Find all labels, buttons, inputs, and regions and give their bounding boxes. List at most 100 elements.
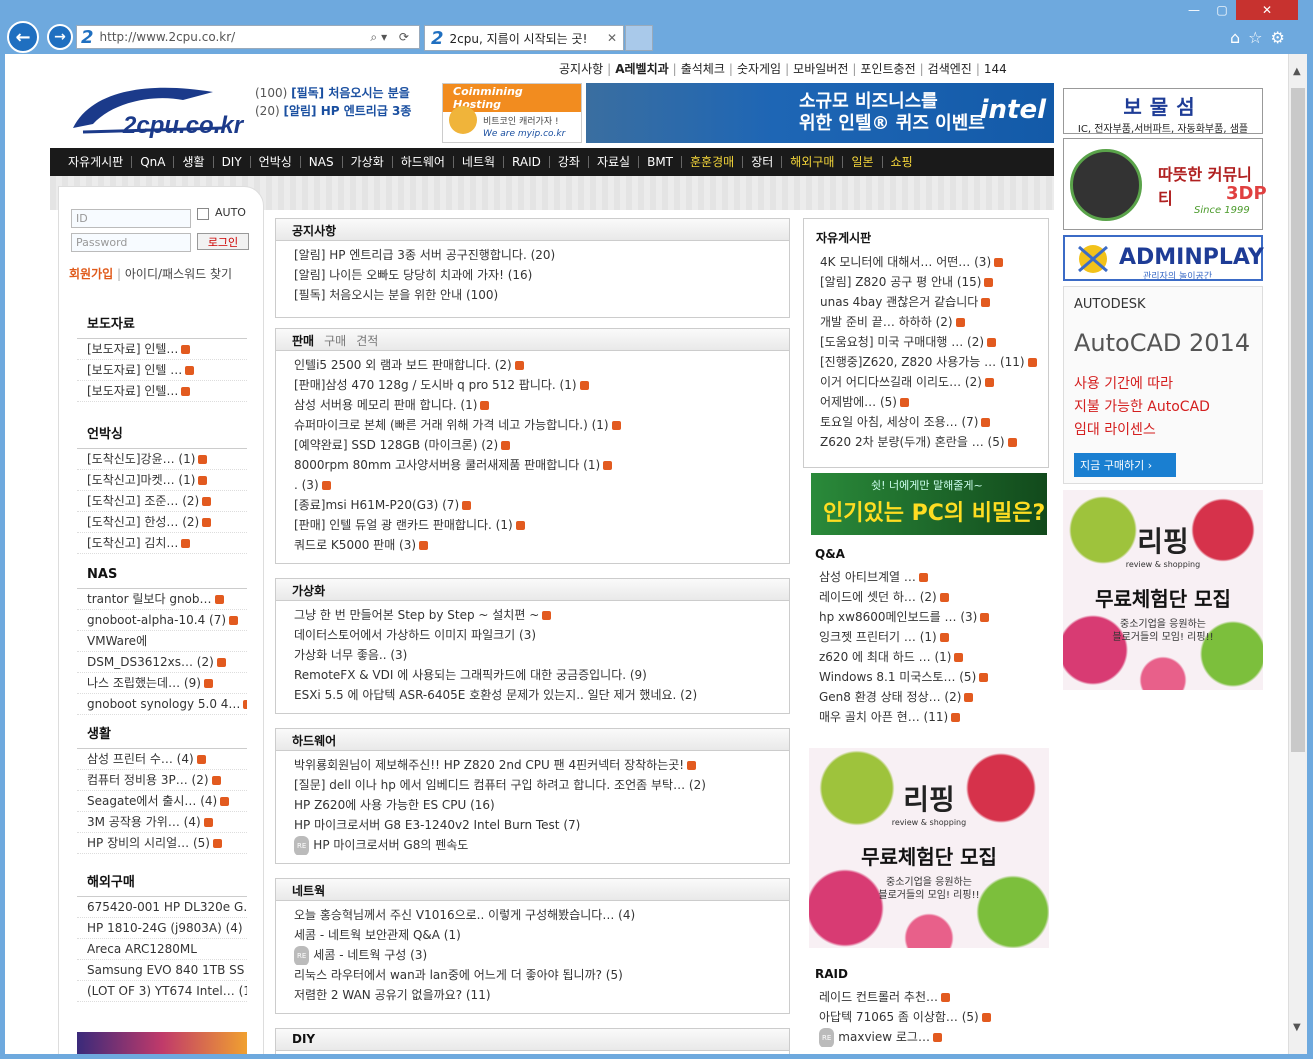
menu-item[interactable]: RAID: [504, 156, 550, 168]
top-link[interactable]: A레벨치과: [615, 62, 668, 76]
post-row[interactable]: [종료]msi H61M-P20(G3) (7): [276, 495, 789, 515]
sidebar-item[interactable]: gnoboot synology 5.0 4…: [77, 694, 247, 715]
sidebar-item[interactable]: [도착신고] 한성… (2): [77, 512, 247, 533]
sidebar-item[interactable]: DSM_DS3612xs… (2): [77, 652, 247, 673]
autodesk-ad[interactable]: AUTODESK AutoCAD 2014 사용 기간에 따라 지불 가능한 Au…: [1063, 286, 1263, 484]
menu-item[interactable]: 하드웨어: [393, 156, 454, 168]
sidebar-item[interactable]: HP 장비의 시리얼… (5): [77, 833, 247, 854]
back-button[interactable]: ←: [7, 21, 39, 53]
panel-title[interactable]: 공지사항: [292, 224, 336, 238]
password-input[interactable]: Password: [71, 233, 191, 252]
post-row[interactable]: [필독] 처음오시는 분을 위한 안내 (100): [276, 285, 789, 305]
post-row[interactable]: 8000rpm 80mm 고사양서버용 쿨러새제품 판매합니다 (1): [276, 455, 789, 475]
menu-item[interactable]: 네트웍: [454, 156, 505, 168]
toolbar-icons[interactable]: ⌂☆⚙: [1230, 28, 1293, 47]
menu-item[interactable]: 생활: [174, 156, 214, 168]
login-button[interactable]: 로그인: [197, 233, 249, 250]
id-input[interactable]: ID: [71, 209, 191, 228]
top-link[interactable]: 공지사항: [559, 62, 603, 76]
sidebar-item[interactable]: Seagate에서 출시… (4): [77, 791, 247, 812]
sidebar-bottom-ad[interactable]: [77, 1032, 247, 1054]
panel-title[interactable]: 네트웍: [292, 884, 325, 898]
close-window-button[interactable]: ✕: [1236, 0, 1298, 20]
menu-item[interactable]: 일본: [843, 156, 883, 168]
menu-item[interactable]: QnA: [132, 156, 175, 168]
sidebar-item[interactable]: [도착신고]마켓… (1): [77, 470, 247, 491]
pc-secret-ad[interactable]: 쉿! 너에게만 말해줄게~ 인기있는 PC의 비밀은?: [811, 473, 1047, 535]
right-list-item[interactable]: [도움요청] 미국 구매대행 … (2): [804, 332, 1048, 352]
post-row[interactable]: HP Z620에 사용 가능한 ES CPU (16): [276, 795, 789, 815]
site-logo[interactable]: 2cpu.co.kr: [63, 78, 243, 142]
sidebar-item[interactable]: 컴퓨터 정비용 3P… (2): [77, 770, 247, 791]
sidebar-item[interactable]: trantor 릴보다 gnob…: [77, 589, 247, 610]
right-list-item[interactable]: 개발 준비 끝… 하하하 (2): [804, 312, 1048, 332]
post-row[interactable]: 쿼드로 K5000 판매 (3): [276, 535, 789, 555]
right-list-item[interactable]: [알림] Z820 공구 평 안내 (15): [804, 272, 1048, 292]
top-link[interactable]: 포인트충전: [860, 62, 915, 76]
post-row[interactable]: [판매] 인텔 듀얼 광 랜카드 판매합니다. (1): [276, 515, 789, 535]
address-tools-icon[interactable]: ⌕▾ ⟳: [370, 30, 413, 45]
post-row[interactable]: 인텔i5 2500 외 램과 보드 판매합니다. (2): [276, 355, 789, 375]
post-row[interactable]: [판매]삼성 470 128g / 도시바 q pro 512 팝니다. (1): [276, 375, 789, 395]
post-row[interactable]: [질문] dell 이나 hp 에서 임베디드 컴퓨터 구입 하려고 합니다. …: [276, 775, 789, 795]
top-link[interactable]: 144: [984, 62, 1007, 76]
sidebar-item[interactable]: [보도자료] 인텔 …: [77, 360, 247, 381]
sidebar-item[interactable]: Areca ARC1280ML: [77, 939, 247, 960]
right-list-item[interactable]: Gen8 환경 상태 정상… (2): [803, 687, 1049, 707]
post-row[interactable]: 박위룡회원님이 제보해주신!! HP Z820 2nd CPU 팬 4핀커넥터 …: [276, 755, 789, 775]
post-row[interactable]: 저렴한 2 WAN 공유기 없을까요? (11): [276, 985, 789, 1005]
panel-title[interactable]: 하드웨어: [292, 734, 336, 748]
right-list-item[interactable]: unas 4bay 괜찮은거 같습니다: [804, 292, 1048, 312]
menu-item[interactable]: 가상화: [343, 156, 393, 168]
post-row[interactable]: RE 세콤 - 네트웍 구성 (3): [276, 945, 789, 965]
new-tab-button[interactable]: [625, 25, 653, 51]
scroll-down-icon[interactable]: ▼: [1293, 1022, 1301, 1033]
post-row[interactable]: [알림] HP 엔트리급 3종 서버 공구진행합니다. (20): [276, 245, 789, 265]
post-row[interactable]: 가상화 너무 좋음.. (3): [276, 645, 789, 665]
scroll-up-icon[interactable]: ▲: [1293, 66, 1301, 77]
top-link[interactable]: 출석체크: [681, 62, 725, 76]
sidebar-item[interactable]: (LOT OF 3) YT674 Intel… (1): [77, 981, 247, 1002]
sidebar-item[interactable]: VMWare에: [77, 631, 247, 652]
right-box-title[interactable]: RAID: [803, 957, 1049, 987]
post-row[interactable]: 리눅스 라우터에서 wan과 lan중에 어느게 더 좋아야 됩니까? (5): [276, 965, 789, 985]
sidebar-item[interactable]: [도착신도]강윤… (1): [77, 449, 247, 470]
right-box-title[interactable]: Q&A: [803, 537, 1049, 567]
sidebar-item[interactable]: 삼성 프린터 수… (4): [77, 749, 247, 770]
post-row[interactable]: HP 마이크로서버 G8 E3-1240v2 Intel Burn Test (…: [276, 815, 789, 835]
menu-item[interactable]: 장터: [743, 156, 783, 168]
mini-notice[interactable]: (100) [필독] 처음오시는 분을: [255, 84, 411, 102]
post-row[interactable]: . (3): [276, 475, 789, 495]
sidebar-item[interactable]: 675420-001 HP DL320e G…: [77, 897, 247, 918]
bomul-ad[interactable]: 보물섬 IC, 전자부품,서버파트, 자동화부품, 샘플: [1063, 88, 1263, 135]
right-list-item[interactable]: 아답텍 71065 좀 이상함… (5): [803, 1007, 1049, 1027]
sidebar-item[interactable]: [도착신고] 김치…: [77, 533, 247, 554]
top-link[interactable]: 숫자게임: [737, 62, 781, 76]
right-list-item[interactable]: RE maxview 로그…: [803, 1027, 1049, 1047]
right-list-item[interactable]: 매우 골치 아픈 현… (11): [803, 707, 1049, 727]
intel-ad[interactable]: 소규모 비즈니스를 위한 인텔® 퀴즈 이벤트 intel: [586, 83, 1054, 143]
post-row[interactable]: RE HP 마이크로서버 G8의 펜속도: [276, 835, 789, 855]
right-list-item[interactable]: 이거 어디다쓰길래 이리도… (2): [804, 372, 1048, 392]
right-list-item[interactable]: Windows 8.1 미국스토… (5): [803, 667, 1049, 687]
top-link[interactable]: 검색엔진: [928, 62, 972, 76]
top-link[interactable]: 모바일버전: [793, 62, 848, 76]
sidebar-item[interactable]: 3M 공작용 가위… (4): [77, 812, 247, 833]
sidebar-item[interactable]: HP 1810-24G (j9803A) (4): [77, 918, 247, 939]
menu-item[interactable]: 쇼핑: [883, 156, 921, 168]
maximize-button[interactable]: ▢: [1208, 0, 1236, 20]
sidebar-item[interactable]: gnoboot-alpha-10.4 (7): [77, 610, 247, 631]
right-list-item[interactable]: hp xw8600메인보드를 … (3): [803, 607, 1049, 627]
post-row[interactable]: ESXi 5.5 에 아답텍 ASR-6405E 호환성 문제가 있는지.. 일…: [276, 685, 789, 705]
right-list-item[interactable]: z620 에 최대 하드 … (1): [803, 647, 1049, 667]
buy-now-button[interactable]: 지금 구매하기 ›: [1074, 453, 1176, 477]
post-row[interactable]: 그냥 한 번 만들어본 Step by Step ~ 설치편 ~: [276, 605, 789, 625]
panel-tab[interactable]: 견적: [356, 334, 378, 348]
auto-login-checkbox[interactable]: [197, 208, 209, 220]
panel-title[interactable]: 판매: [292, 334, 314, 348]
right-list-item[interactable]: 토요일 아침, 세상이 조용… (7): [804, 412, 1048, 432]
menu-item[interactable]: 강좌: [550, 156, 589, 168]
post-row[interactable]: 오늘 홍승혁님께서 주신 V1016으로.. 이렇게 구성해봤습니다… (4): [276, 905, 789, 925]
sidebar-item[interactable]: [보도자료] 인텔…: [77, 339, 247, 360]
post-row[interactable]: [예약완료] SSD 128GB (마이크론) (2): [276, 435, 789, 455]
